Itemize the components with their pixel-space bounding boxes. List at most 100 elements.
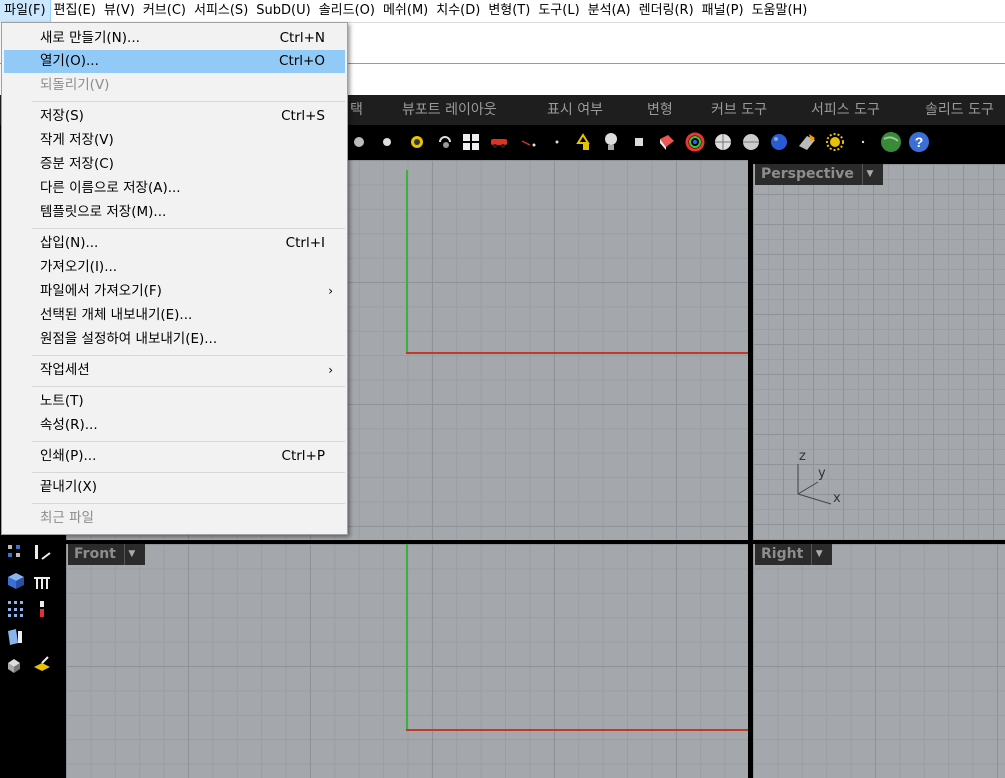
menu-item-properties[interactable]: 속성(R)...	[4, 414, 345, 437]
menu-transform[interactable]: 변형(T)	[484, 0, 534, 22]
chevron-down-icon[interactable]: ▼	[123, 544, 139, 565]
menu-item-save-small[interactable]: 작게 저장(V)	[4, 129, 345, 152]
help-icon[interactable]: ?	[908, 131, 930, 153]
menu-item-exit[interactable]: 끝내기(X)	[4, 476, 345, 499]
menu-item-export-with-origin[interactable]: 원점을 설정하여 내보내기(E)...	[4, 328, 345, 351]
svg-text:?: ?	[915, 134, 924, 150]
viewport-title-text: Right	[761, 546, 804, 562]
sphere-small-icon[interactable]	[348, 131, 370, 153]
menu-file[interactable]: 파일(F)	[0, 0, 51, 22]
menu-help[interactable]: 도움말(H)	[748, 0, 812, 22]
menu-panels[interactable]: 패널(P)	[698, 0, 748, 22]
menu-separator	[32, 386, 345, 387]
viewport-title-right[interactable]: Right ▼	[755, 544, 833, 565]
triangle-light-icon[interactable]	[572, 131, 594, 153]
menu-edit[interactable]: 편집(E)	[50, 0, 100, 22]
menu-item-save[interactable]: 저장(S) Ctrl+S	[4, 105, 345, 128]
tab-curve-tools[interactable]: 커브 도구	[711, 95, 767, 125]
menu-tools[interactable]: 도구(L)	[534, 0, 583, 22]
curve-point-icon[interactable]	[518, 131, 540, 153]
tab-surface-tools[interactable]: 서피스 도구	[811, 95, 880, 125]
select-points-icon[interactable]	[6, 543, 26, 563]
menu-view[interactable]: 뷰(V)	[100, 0, 139, 22]
chevron-down-icon[interactable]: ▼	[811, 544, 826, 565]
chevron-right-icon: ›	[328, 284, 333, 298]
menu-item-recent-files: 최근 파일	[40, 510, 94, 526]
menu-dimension[interactable]: 치수(D)	[432, 0, 484, 22]
box-icon[interactable]	[6, 571, 26, 591]
menu-subd[interactable]: SubD(U)	[252, 0, 314, 22]
tab-solid-tools[interactable]: 솔리드 도구	[925, 95, 994, 125]
file-menu-dropdown: 새로 만들기(N)... Ctrl+N 열기(O)... Ctrl+O 되돌리기…	[1, 22, 348, 535]
material-icon[interactable]	[656, 131, 678, 153]
viewport-right[interactable]: Right ▼	[753, 544, 1005, 778]
x-axis-line	[406, 729, 748, 731]
car-icon[interactable]	[488, 131, 510, 153]
surface-icon[interactable]	[6, 627, 26, 647]
menu-item-import-from-file[interactable]: 파일에서 가져오기(F) ›	[4, 280, 345, 303]
menu-item-new[interactable]: 새로 만들기(N)... Ctrl+N	[4, 27, 345, 50]
point-grid-icon[interactable]	[6, 599, 26, 619]
x-axis-line	[406, 352, 748, 354]
menu-item-export-selected[interactable]: 선택된 개체 내보내기(E)...	[4, 304, 345, 327]
environment-sphere-icon[interactable]	[712, 131, 734, 153]
blue-sphere-icon[interactable]	[768, 131, 790, 153]
chevron-right-icon: ›	[328, 363, 333, 377]
menu-separator	[32, 228, 345, 229]
viewport-perspective[interactable]: Perspective ▼ z y x	[753, 164, 1005, 540]
y-axis-line	[406, 170, 408, 353]
menu-item-open[interactable]: 열기(O)... Ctrl+O	[4, 50, 345, 73]
viewport-title-text: Front	[74, 546, 116, 562]
menu-item-save-as[interactable]: 다른 이름으로 저장(A)...	[4, 177, 345, 200]
color-wheel-icon[interactable]	[684, 131, 706, 153]
menu-curve[interactable]: 커브(C)	[139, 0, 190, 22]
tab-transform[interactable]: 변형	[647, 95, 673, 125]
point-icon[interactable]	[546, 131, 568, 153]
menu-item-notes[interactable]: 노트(T)	[4, 390, 345, 413]
tab-viewport-layout[interactable]: 뷰포트 레이아웃	[402, 95, 497, 125]
menu-analyze[interactable]: 분석(A)	[584, 0, 635, 22]
arc-sphere-icon[interactable]	[434, 131, 456, 153]
axis-label-y: y	[818, 466, 826, 481]
menu-item-insert[interactable]: 삽입(N)... Ctrl+I	[4, 232, 345, 255]
menu-separator	[32, 503, 345, 504]
viewport-title-front[interactable]: Front ▼	[68, 544, 145, 565]
menu-item-import[interactable]: 가져오기(I)...	[4, 256, 345, 279]
menu-item-incremental-save[interactable]: 증분 저장(C)	[4, 153, 345, 176]
line-tool-icon[interactable]	[32, 543, 52, 563]
menu-separator	[32, 441, 345, 442]
array-icon[interactable]	[32, 571, 52, 591]
small-square-icon[interactable]	[628, 131, 650, 153]
menu-solid[interactable]: 솔리드(O)	[315, 0, 379, 22]
dot-separator-icon	[852, 131, 874, 153]
solid-icon[interactable]	[6, 655, 26, 675]
sun-gear-icon[interactable]	[824, 131, 846, 153]
axis-label-x: x	[833, 491, 841, 506]
menu-mesh[interactable]: 메쉬(M)	[379, 0, 432, 22]
menu-item-print[interactable]: 인쇄(P)... Ctrl+P	[4, 445, 345, 468]
menu-item-save-template[interactable]: 템플릿으로 저장(M)...	[4, 201, 345, 224]
tab-select[interactable]: 택	[350, 95, 363, 125]
menu-item-revert: 되돌리기(V)	[40, 77, 110, 93]
menu-item-worksession[interactable]: 작업세션 ›	[4, 359, 345, 382]
menu-render[interactable]: 렌더링(R)	[635, 0, 698, 22]
menu-bar: 파일(F) 편집(E) 뷰(V) 커브(C) 서피스(S) SubD(U) 솔리…	[0, 0, 1005, 23]
decal-icon[interactable]	[796, 131, 818, 153]
dimension-icon[interactable]	[32, 599, 52, 619]
menu-separator	[32, 101, 345, 102]
z-axis-line	[406, 544, 408, 730]
gray-sphere-icon[interactable]	[740, 131, 762, 153]
four-viewports-icon[interactable]	[460, 131, 482, 153]
globe-icon[interactable]	[880, 131, 902, 153]
left-toolbox	[0, 535, 64, 778]
sphere-shade-icon[interactable]	[376, 131, 398, 153]
mesh-tool-icon[interactable]	[32, 655, 52, 675]
menu-separator	[32, 355, 345, 356]
menu-surface[interactable]: 서피스(S)	[190, 0, 252, 22]
render-preview-icon[interactable]	[406, 131, 428, 153]
menu-separator	[32, 472, 345, 473]
perspective-axes	[797, 464, 832, 505]
tab-visibility[interactable]: 표시 여부	[547, 95, 603, 125]
light-bulb-icon[interactable]	[600, 131, 622, 153]
viewport-front[interactable]: Front ▼	[66, 544, 748, 778]
